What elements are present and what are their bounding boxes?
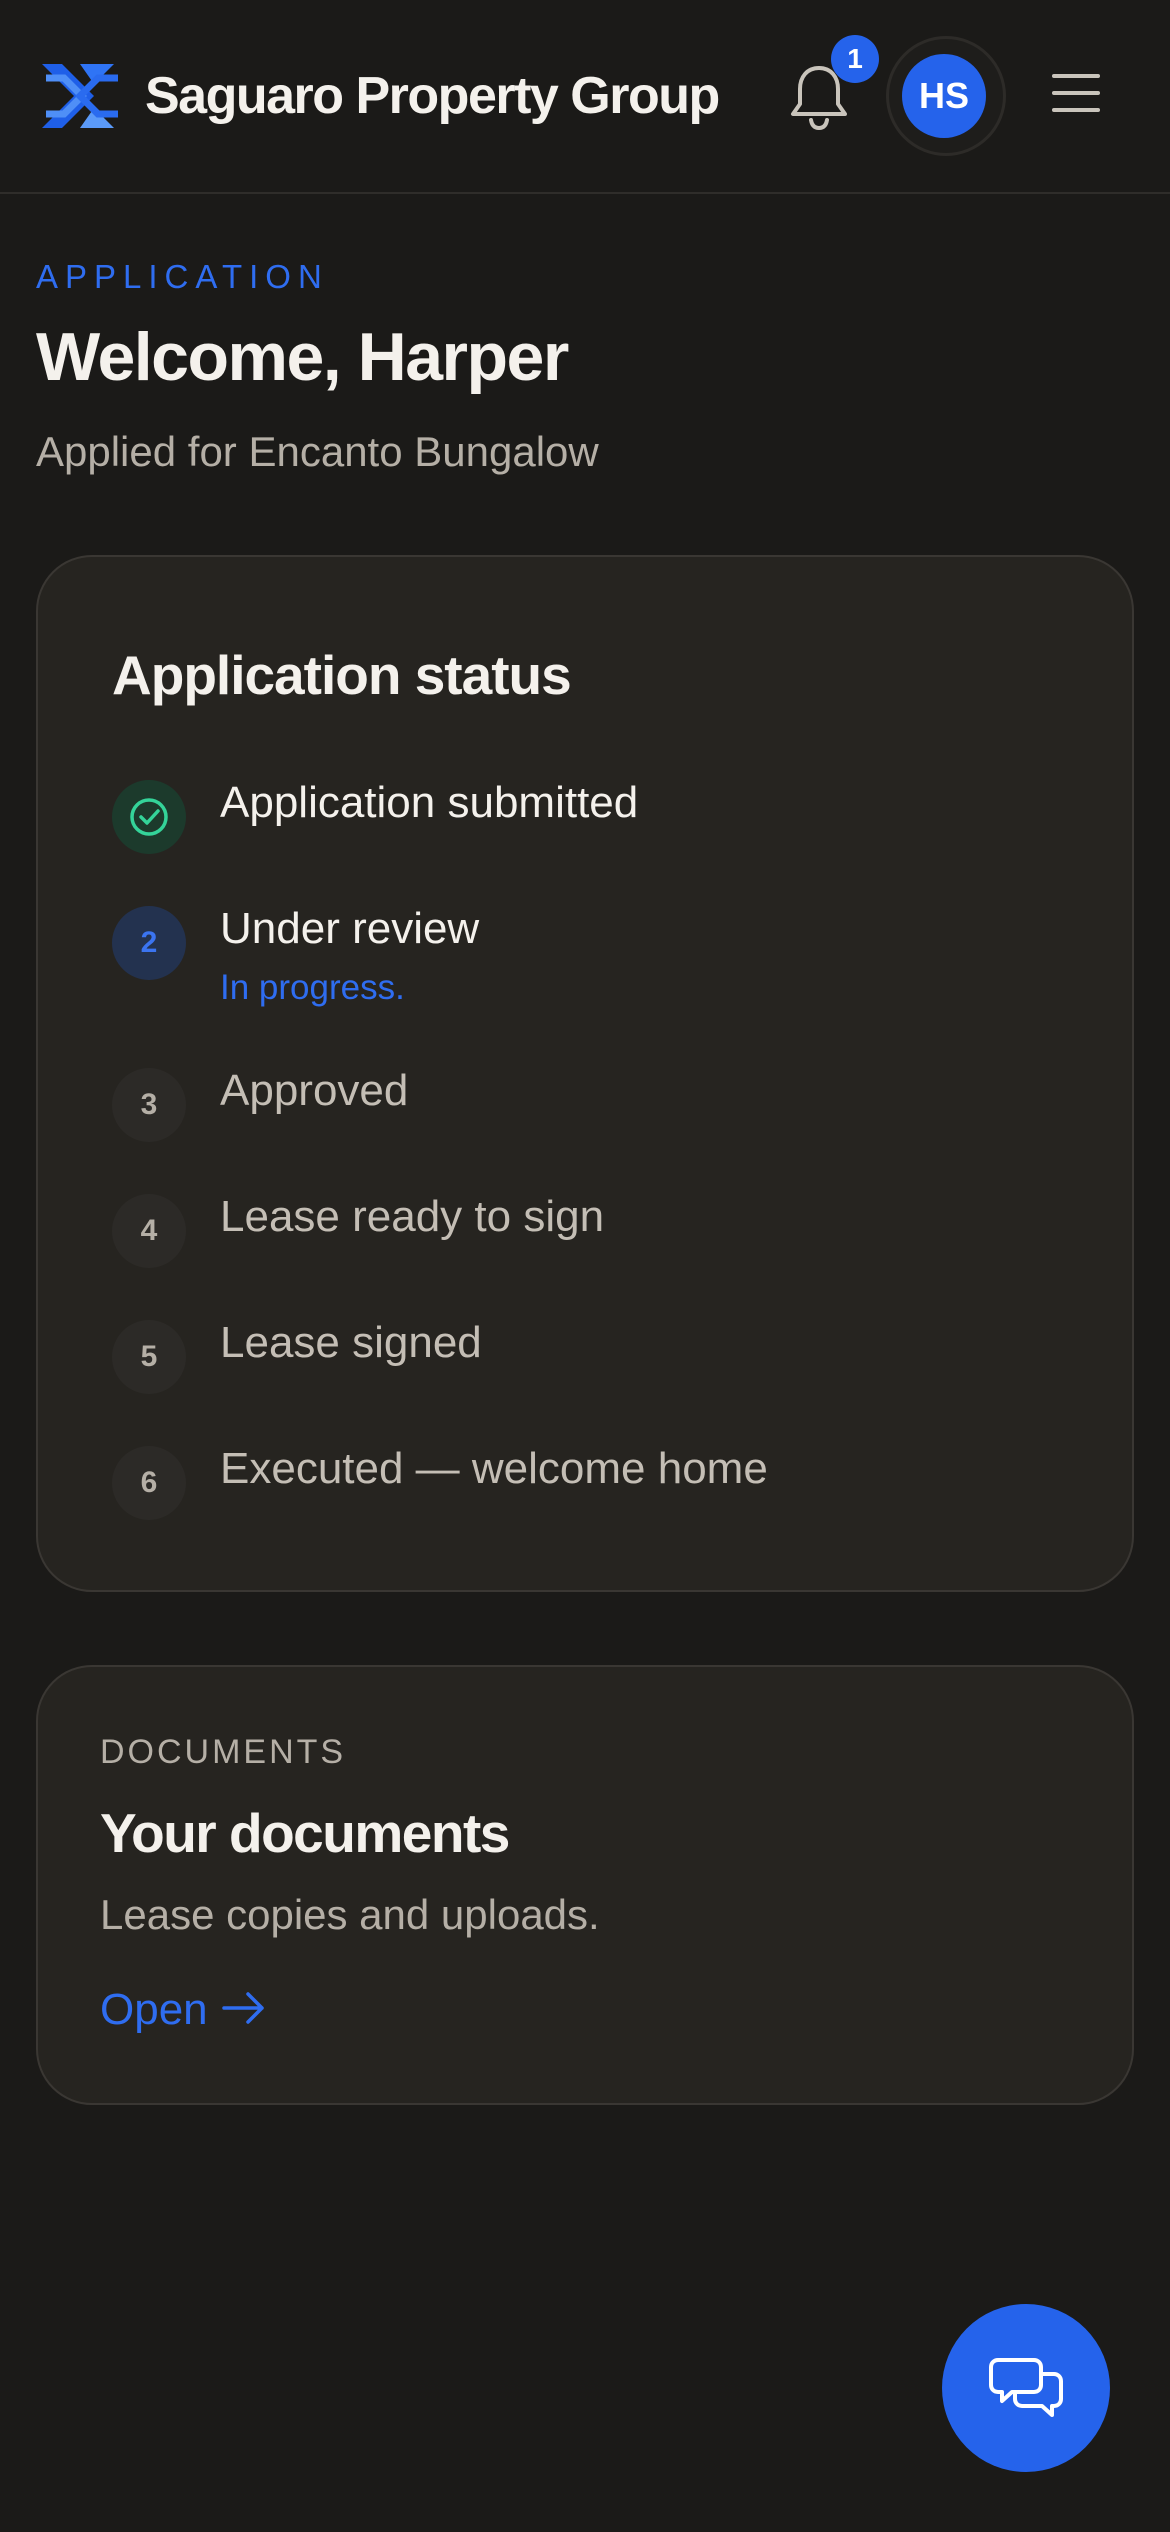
- status-step-lease-signed: 5 Lease signed: [112, 1318, 1072, 1430]
- step-label: Lease signed: [220, 1318, 482, 1367]
- page-subtitle: Applied for Encanto Bungalow: [36, 428, 599, 475]
- documents-description: Lease copies and uploads.: [100, 1891, 600, 1938]
- application-status-card: Application status Application submitted…: [36, 555, 1134, 1592]
- avatar[interactable]: HS: [902, 54, 986, 138]
- open-link-label: Open: [100, 1985, 208, 2034]
- section-eyebrow: APPLICATION: [36, 258, 329, 295]
- status-step-lease-ready: 4 Lease ready to sign: [112, 1192, 1072, 1304]
- status-card-title: Application status: [112, 644, 572, 706]
- open-documents-link[interactable]: Open: [100, 1985, 266, 2037]
- status-step-executed: 6 Executed — welcome home: [112, 1444, 1072, 1556]
- status-step-submitted: Application submitted: [112, 778, 1072, 890]
- documents-card[interactable]: DOCUMENTS Your documents Lease copies an…: [36, 1665, 1134, 2105]
- check-icon: [112, 780, 186, 854]
- notification-count-badge: 1: [831, 35, 879, 83]
- top-app-bar: Saguaro Property Group 1 HS: [0, 0, 1170, 194]
- step-number: 4: [112, 1194, 186, 1268]
- brand-name[interactable]: Saguaro Property Group: [145, 66, 720, 126]
- step-number: 5: [112, 1320, 186, 1394]
- step-label: Lease ready to sign: [220, 1192, 605, 1241]
- step-number: 2: [112, 906, 186, 980]
- documents-eyebrow: DOCUMENTS: [100, 1733, 347, 1771]
- step-label: Approved: [220, 1066, 409, 1115]
- step-number: 6: [112, 1446, 186, 1520]
- step-label: Under review: [220, 904, 480, 953]
- step-label: Executed — welcome home: [220, 1444, 768, 1493]
- chat-bubbles-icon: [989, 2358, 1063, 2417]
- step-number: 3: [112, 1068, 186, 1142]
- step-status-note: In progress.: [220, 968, 405, 1007]
- step-label: Application submitted: [220, 778, 639, 827]
- status-step-approved: 3 Approved: [112, 1066, 1072, 1178]
- hamburger-menu-icon[interactable]: [1052, 74, 1102, 116]
- status-step-under-review: 2 Under review In progress.: [112, 904, 1072, 1016]
- brand-logo-icon[interactable]: [36, 58, 120, 134]
- arrow-right-icon: [221, 1987, 266, 2037]
- page-title: Welcome, Harper: [36, 319, 569, 395]
- chat-button[interactable]: [942, 2304, 1110, 2472]
- documents-title: Your documents: [100, 1802, 510, 1864]
